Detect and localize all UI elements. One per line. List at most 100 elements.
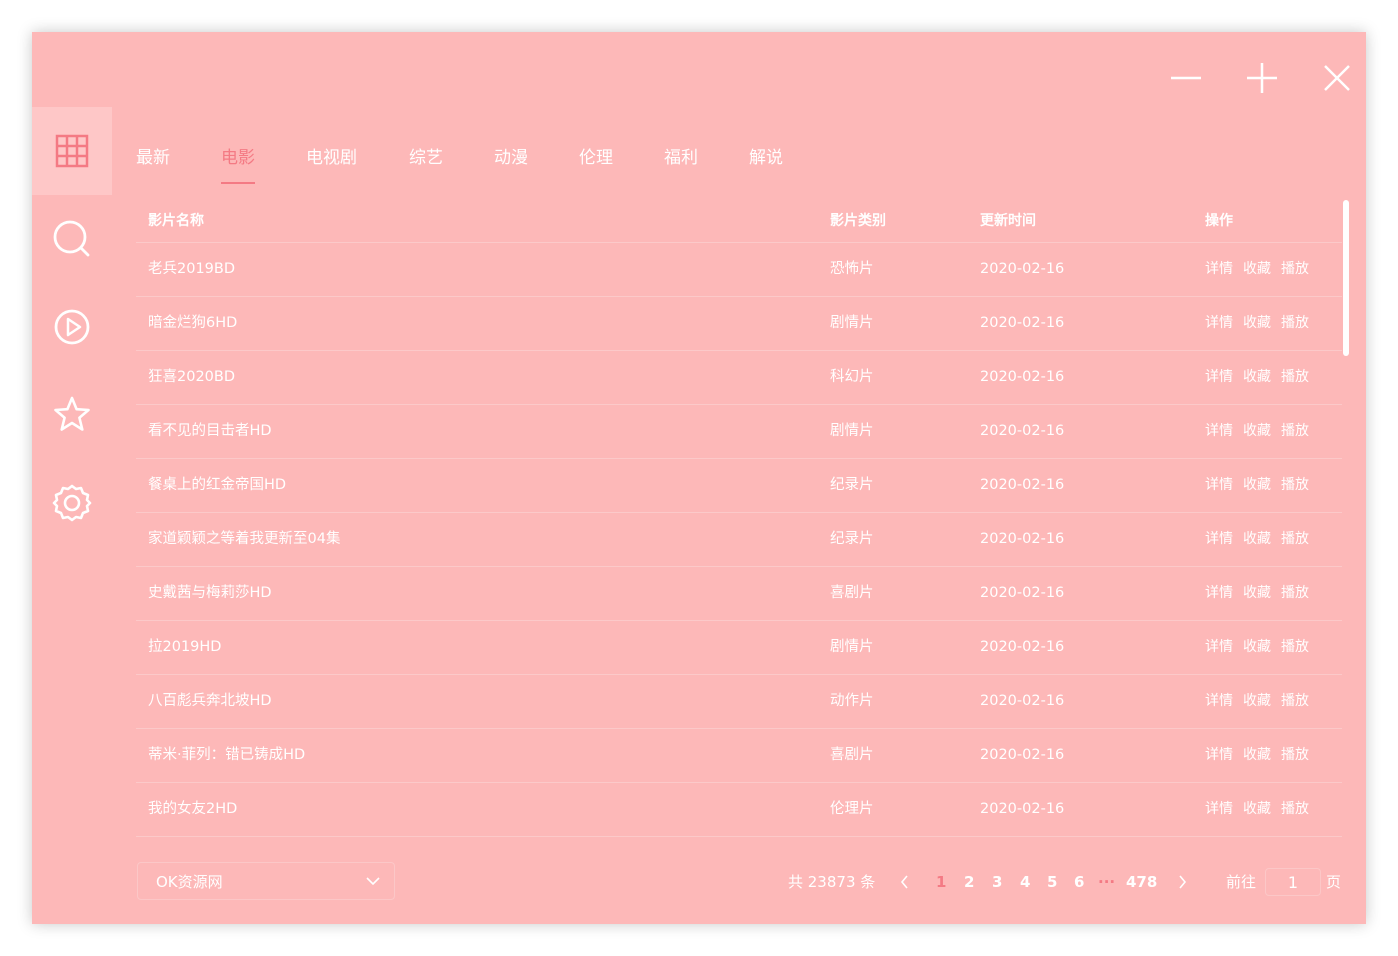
play-button[interactable]: 播放 <box>1281 837 1309 848</box>
table-row[interactable]: 拉2019HD 剧情片 2020-02-16 详情 收藏 播放 <box>136 621 1342 675</box>
sidebar-item-favorites[interactable] <box>32 371 112 459</box>
movie-name: 八百彪兵奔北坡HD <box>148 693 272 709</box>
movie-name: 老兵2019BD <box>148 261 236 277</box>
tab-tv[interactable]: 电视剧 <box>306 140 357 184</box>
page-2[interactable]: 2 <box>964 870 974 894</box>
favorite-button[interactable]: 收藏 <box>1243 621 1271 674</box>
sidebar-item-settings[interactable] <box>32 459 112 547</box>
movie-date: 2020-02-16 <box>980 423 1065 439</box>
table-row[interactable]: 史戴茜与梅莉莎HD 喜剧片 2020-02-16 详情 收藏 播放 <box>136 567 1342 621</box>
favorite-button[interactable]: 收藏 <box>1243 243 1271 296</box>
favorite-button[interactable]: 收藏 <box>1243 783 1271 836</box>
movie-type: 纪录片 <box>830 477 874 493</box>
goto-page-input[interactable] <box>1265 868 1321 896</box>
plus-icon[interactable] <box>1242 58 1282 98</box>
table-row[interactable]: 老兵2019BD 恐怖片 2020-02-16 详情 收藏 播放 <box>136 243 1342 297</box>
play-button[interactable]: 播放 <box>1281 405 1309 458</box>
favorite-button[interactable]: 收藏 <box>1243 351 1271 404</box>
tab-movies[interactable]: 电影 <box>221 140 255 184</box>
detail-button[interactable]: 详情 <box>1205 297 1233 350</box>
table-scrollbar[interactable] <box>1343 200 1349 848</box>
movie-date: 2020-02-16 <box>980 531 1065 547</box>
table-row[interactable]: 暗金烂狗6HD 剧情片 2020-02-16 详情 收藏 播放 <box>136 297 1342 351</box>
tab-welfare[interactable]: 福利 <box>664 140 698 184</box>
favorite-button[interactable]: 收藏 <box>1243 675 1271 728</box>
table-row[interactable]: 八百彪兵奔北坡HD 动作片 2020-02-16 详情 收藏 播放 <box>136 675 1342 729</box>
row-actions: 详情收藏播放 <box>1205 729 1319 782</box>
movie-name: 我的女友2HD <box>148 801 238 817</box>
play-button[interactable]: 播放 <box>1281 459 1309 512</box>
play-button[interactable]: 播放 <box>1281 567 1309 620</box>
page-unit-label: 页 <box>1326 873 1342 891</box>
play-button[interactable]: 播放 <box>1281 513 1309 566</box>
source-select[interactable]: OK资源网 <box>137 862 395 900</box>
table-row[interactable]: 蒂米·菲列：错已铸成HD 喜剧片 2020-02-16 详情 收藏 播放 <box>136 729 1342 783</box>
favorite-button[interactable]: 收藏 <box>1243 405 1271 458</box>
header-date: 更新时间 <box>980 213 1036 229</box>
page-last[interactable]: 478 <box>1126 870 1157 894</box>
movie-type: 恐怖片 <box>830 261 874 277</box>
play-button[interactable]: 播放 <box>1281 783 1309 836</box>
detail-button[interactable]: 详情 <box>1205 405 1233 458</box>
close-icon[interactable] <box>1317 58 1357 98</box>
tab-variety[interactable]: 综艺 <box>409 140 443 184</box>
page-1[interactable]: 1 <box>936 870 946 894</box>
detail-button[interactable]: 详情 <box>1205 243 1233 296</box>
movie-name: 全面回忆2012HD高清 <box>148 837 294 848</box>
sidebar-item-search[interactable] <box>32 195 112 283</box>
row-actions: 详情收藏播放 <box>1205 405 1319 458</box>
detail-button[interactable]: 详情 <box>1205 567 1233 620</box>
movie-name: 史戴茜与梅莉莎HD <box>148 585 272 601</box>
detail-button[interactable]: 详情 <box>1205 783 1233 836</box>
detail-button[interactable]: 详情 <box>1205 351 1233 404</box>
play-button[interactable]: 播放 <box>1281 621 1309 674</box>
play-button[interactable]: 播放 <box>1281 297 1309 350</box>
movie-type: 纪录片 <box>830 531 874 547</box>
sidebar-item-play[interactable] <box>32 283 112 371</box>
favorite-button[interactable]: 收藏 <box>1243 567 1271 620</box>
detail-button[interactable]: 详情 <box>1205 729 1233 782</box>
detail-button[interactable]: 详情 <box>1205 621 1233 674</box>
table-row[interactable]: 餐桌上的红金帝国HD 纪录片 2020-02-16 详情 收藏 播放 <box>136 459 1342 513</box>
play-button[interactable]: 播放 <box>1281 243 1309 296</box>
tab-anime[interactable]: 动漫 <box>494 140 528 184</box>
favorite-button[interactable]: 收藏 <box>1243 459 1271 512</box>
play-button[interactable]: 播放 <box>1281 351 1309 404</box>
detail-button[interactable]: 详情 <box>1205 675 1233 728</box>
scrollbar-thumb[interactable] <box>1343 200 1349 356</box>
favorite-button[interactable]: 收藏 <box>1243 513 1271 566</box>
tab-ethics[interactable]: 伦理 <box>579 140 613 184</box>
page-4[interactable]: 4 <box>1020 870 1030 894</box>
movie-date: 2020-02-16 <box>980 801 1065 817</box>
table-row[interactable]: 我的女友2HD 伦理片 2020-02-16 详情 收藏 播放 <box>136 783 1342 837</box>
movie-type: 伦理片 <box>830 801 874 817</box>
table-row[interactable]: 狂喜2020BD 科幻片 2020-02-16 详情 收藏 播放 <box>136 351 1342 405</box>
header-ops: 操作 <box>1205 213 1233 229</box>
next-page-icon[interactable] <box>1177 870 1187 901</box>
row-actions: 详情收藏播放 <box>1205 675 1319 728</box>
detail-button[interactable]: 详情 <box>1205 837 1233 848</box>
play-button[interactable]: 播放 <box>1281 729 1309 782</box>
page-ellipsis[interactable]: ··· <box>1098 870 1115 894</box>
favorite-button[interactable]: 收藏 <box>1243 837 1271 848</box>
favorite-button[interactable]: 收藏 <box>1243 729 1271 782</box>
prev-page-icon[interactable] <box>900 870 910 901</box>
table-row[interactable]: 家道颖颖之等着我更新至04集 纪录片 2020-02-16 详情 收藏 播放 <box>136 513 1342 567</box>
movie-type: 剧情片 <box>830 315 874 331</box>
detail-button[interactable]: 详情 <box>1205 513 1233 566</box>
sidebar-item-movies[interactable] <box>32 107 112 195</box>
row-actions: 详情收藏播放 <box>1205 459 1319 512</box>
page-3[interactable]: 3 <box>992 870 1002 894</box>
page-5[interactable]: 5 <box>1047 870 1057 894</box>
movie-type: 科幻片 <box>830 837 874 848</box>
favorite-button[interactable]: 收藏 <box>1243 297 1271 350</box>
detail-button[interactable]: 详情 <box>1205 459 1233 512</box>
page-6[interactable]: 6 <box>1074 870 1084 894</box>
movie-date: 2020-02-16 <box>980 585 1065 601</box>
tab-latest[interactable]: 最新 <box>136 140 170 184</box>
play-button[interactable]: 播放 <box>1281 675 1309 728</box>
minimize-icon[interactable] <box>1166 58 1206 98</box>
table-row[interactable]: 全面回忆2012HD高清 科幻片 2020-02-16 详情收藏播放 <box>136 837 1342 848</box>
tab-commentary[interactable]: 解说 <box>749 140 783 184</box>
table-row[interactable]: 看不见的目击者HD 剧情片 2020-02-16 详情 收藏 播放 <box>136 405 1342 459</box>
